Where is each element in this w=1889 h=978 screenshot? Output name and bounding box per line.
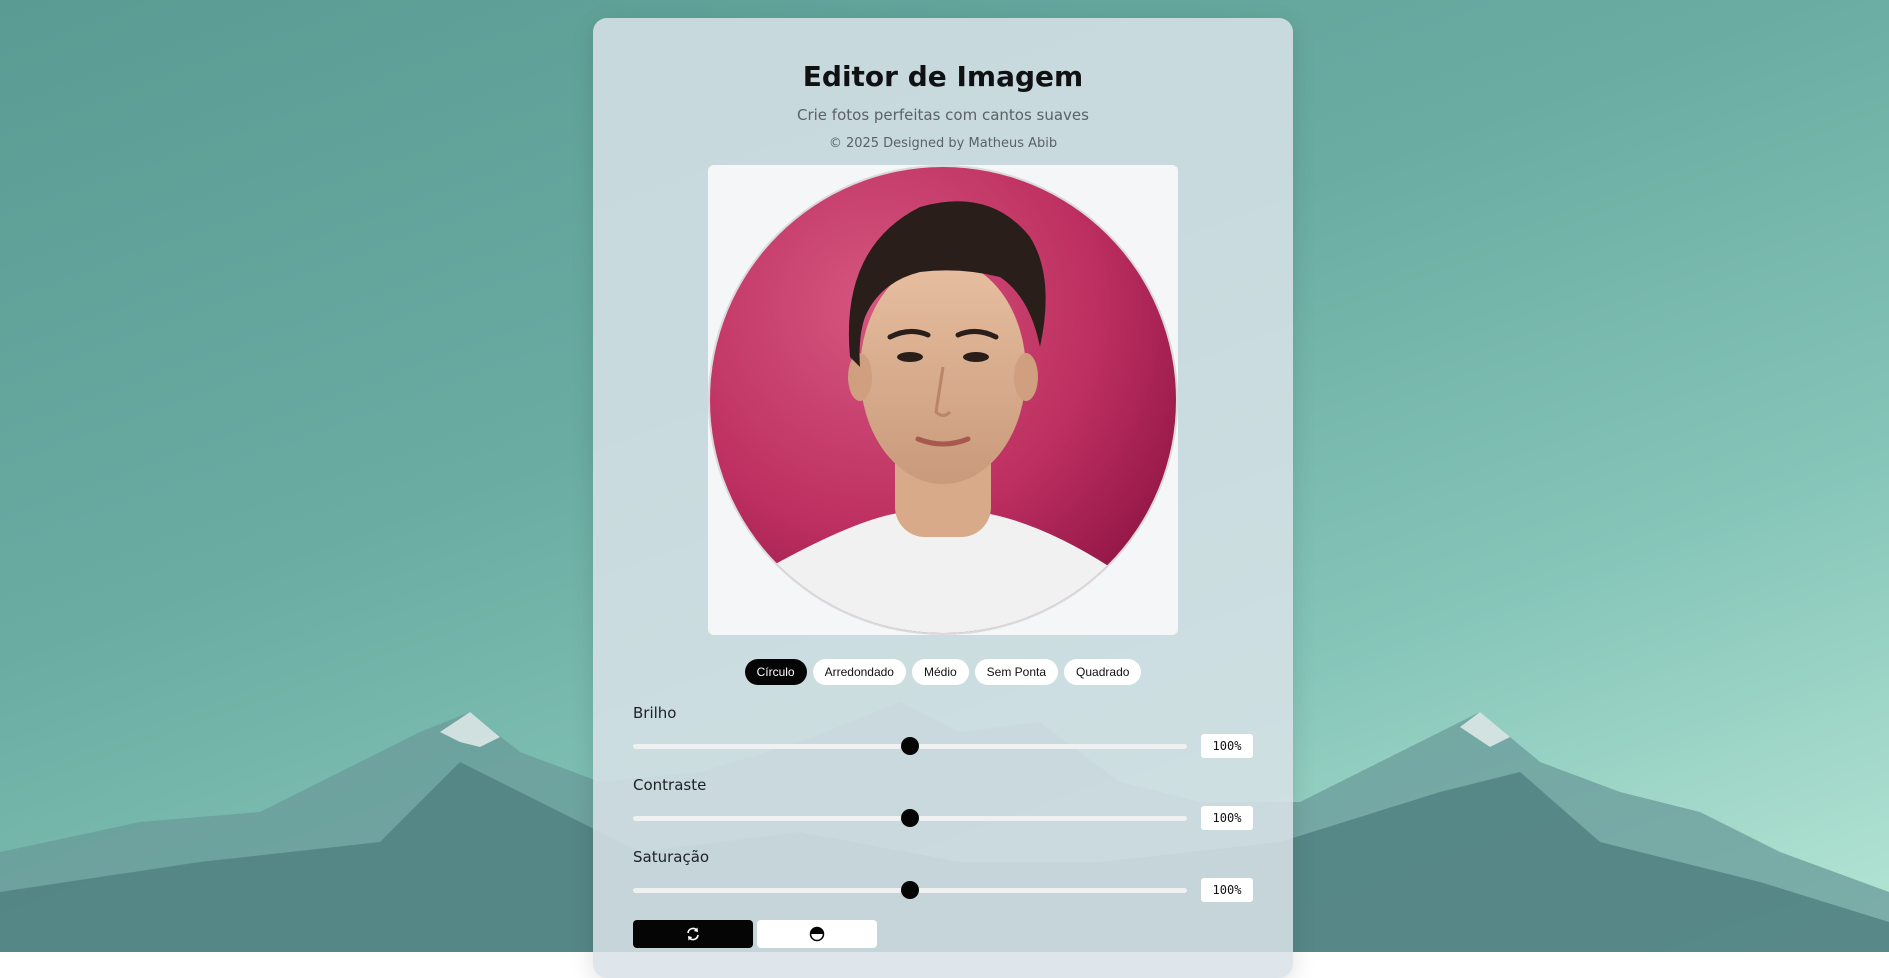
shape-medium-button[interactable]: Médio [911,659,969,685]
brightness-value: 100% [1201,734,1253,758]
portrait-photo [710,167,1176,633]
contrast-toggle-button[interactable] [757,920,877,948]
contrast-slider-thumb[interactable] [901,809,919,827]
editor-panel: Editor de Imagem Crie fotos perfeitas co… [593,18,1293,978]
credit-text: © 2025 Designed by Matheus Abib [828,136,1058,151]
saturation-slider-thumb[interactable] [901,881,919,899]
shape-no-corner-button[interactable]: Sem Ponta [974,659,1059,685]
refresh-icon [687,927,699,941]
shape-square-button[interactable]: Quadrado [1064,659,1142,685]
brightness-label: Brilho [633,704,677,722]
brightness-slider-thumb[interactable] [901,737,919,755]
saturation-value: 100% [1201,878,1253,902]
reset-button[interactable] [633,920,753,948]
image-preview [708,165,1178,635]
contrast-slider[interactable] [633,809,1187,827]
contrast-label: Contraste [633,776,707,794]
shape-selector: Círculo Arredondado Médio Sem Ponta Quad… [593,659,1293,685]
page-title: Editor de Imagem [802,60,1084,93]
shape-rounded-button[interactable]: Arredondado [812,659,906,685]
brightness-slider[interactable] [633,737,1187,755]
saturation-slider[interactable] [633,881,1187,899]
page-subtitle: Crie fotos perfeitas com cantos suaves [797,106,1089,124]
contrast-icon [809,926,825,942]
contrast-value: 100% [1201,806,1253,830]
shape-circle-button[interactable]: Círculo [744,659,807,685]
saturation-label: Saturação [633,848,710,866]
